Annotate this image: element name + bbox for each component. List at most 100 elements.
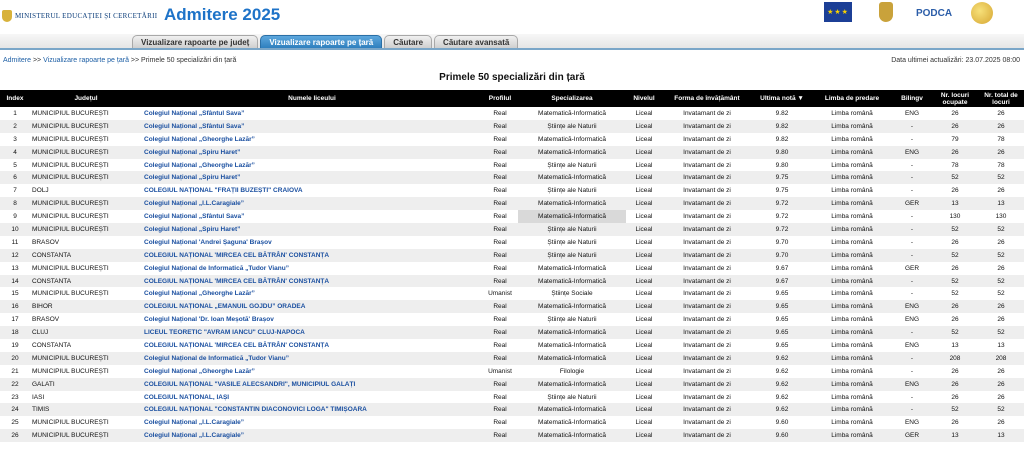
table-row: 7 DOLJ COLEGIUL NAȚIONAL "FRAȚII BUZEȘTI" …	[0, 184, 1024, 197]
column-header-profile[interactable]: Profilul	[482, 90, 518, 107]
tab-search[interactable]: Căutare	[384, 35, 433, 48]
cell-total-seats: 52	[997, 251, 1005, 259]
cell-school-link[interactable]: Colegiul Național de Informatică „Tudor …	[142, 352, 482, 365]
cell-level: Liceal	[635, 393, 653, 401]
table-row: 1 MUNICIPIUL BUCUREȘTI Colegiul Național „…	[0, 107, 1024, 120]
cell-county: MUNICIPIUL BUCUREȘTI	[32, 148, 109, 156]
column-header-specialization[interactable]: Specializarea	[518, 90, 626, 107]
cell-school-link[interactable]: Colegiul Național „Spiru Haret”	[142, 171, 482, 184]
cell-school-link[interactable]: Colegiul Național „I.L.Caragiale”	[142, 416, 482, 429]
cell-education-form: Invatamant de zi	[683, 122, 731, 130]
cell-school-link[interactable]: COLEGIUL NAȚIONAL „EMANUIL GOJDU” ORADEA	[142, 300, 482, 313]
cell-index: 6	[13, 174, 17, 182]
cell-profile: Real	[493, 380, 507, 388]
cell-school-link[interactable]: Colegiul Național 'Dr. Ioan Meșotă' Braș…	[142, 313, 482, 326]
cell-level: Liceal	[635, 419, 653, 427]
cell-profile: Real	[493, 419, 507, 427]
cell-school-link[interactable]: Colegiul Național „Spiru Haret”	[142, 223, 482, 236]
cell-total-seats: 78	[997, 135, 1005, 143]
tab-advanced-search[interactable]: Căutare avansată	[434, 35, 519, 48]
cell-school-link[interactable]: COLEGIUL NAȚIONAL "CONSTANTIN DIACONOVIC…	[142, 403, 482, 416]
cell-school-link[interactable]: COLEGIUL NAȚIONAL "FRAȚII BUZEȘTI" CRAIO…	[142, 184, 482, 197]
cell-language: Limba română	[831, 238, 873, 246]
cell-index: 10	[11, 225, 19, 233]
cell-school-link[interactable]: Colegiul Național „I.L.Caragiale”	[142, 429, 482, 442]
cell-school-link[interactable]: Colegiul Național „Spiru Haret”	[142, 146, 482, 159]
cell-occupied-seats: 26	[951, 303, 959, 311]
column-header-last-grade[interactable]: Ultima notă ▼	[752, 90, 812, 107]
cell-school-link[interactable]: Colegiul Național „Sfântul Sava”	[142, 120, 482, 133]
cell-education-form: Invatamant de zi	[683, 187, 731, 195]
table-header-row: Index Județul Numele liceului Profilul S…	[0, 90, 1024, 107]
cell-profile: Real	[493, 277, 507, 285]
cell-occupied-seats: 26	[951, 367, 959, 375]
cell-school-link[interactable]: LICEUL TEORETIC "AVRAM IANCU" CLUJ-NAPOC…	[142, 326, 482, 339]
column-header-language[interactable]: Limba de predare	[812, 90, 892, 107]
tab-county-reports[interactable]: Vizualizare rapoarte pe județ	[132, 35, 259, 48]
cell-specialization: Matematică-Informatică	[538, 135, 606, 143]
tab-country-reports[interactable]: Vizualizare rapoarte pe țară	[260, 35, 383, 48]
table-row: 16 BIHOR COLEGIUL NAȚIONAL „EMANUIL GOJDU”…	[0, 300, 1024, 314]
cell-language: Limba română	[831, 109, 873, 117]
cell-language: Limba română	[831, 135, 873, 143]
breadcrumb-reports-link[interactable]: Vizualizare rapoarte pe țară	[43, 57, 129, 64]
column-header-index[interactable]: Index	[0, 90, 30, 107]
cell-bilingual: ENG	[904, 316, 920, 324]
cell-occupied-seats: 130	[949, 213, 961, 221]
cell-education-form: Invatamant de zi	[683, 303, 731, 311]
cell-occupied-seats: 26	[951, 148, 959, 156]
cell-school-link[interactable]: Colegiul Național 'Andrei Șaguna' Brașov	[142, 236, 482, 249]
cell-last-grade: 9.67	[775, 264, 789, 272]
cell-level: Liceal	[635, 238, 653, 246]
cell-total-seats: 78	[997, 161, 1005, 169]
cell-index: 4	[13, 148, 17, 156]
partner-logos: ★★★ PODCA	[818, 0, 1010, 34]
cell-occupied-seats: 26	[951, 380, 959, 388]
cell-school-link[interactable]: Colegiul Național de Informatică „Tudor …	[142, 262, 482, 275]
cell-level: Liceal	[635, 122, 653, 130]
column-header-bilingual[interactable]: Bilingv	[892, 90, 932, 107]
cell-last-grade: 9.72	[775, 225, 789, 233]
cell-level: Liceal	[635, 200, 653, 208]
column-header-total-seats[interactable]: Nr. total de locuri	[978, 90, 1024, 107]
cell-bilingual: -	[910, 225, 914, 233]
cell-language: Limba română	[831, 380, 873, 388]
cell-school-link[interactable]: Colegiul Național „I.L.Caragiale”	[142, 197, 482, 210]
cell-specialization: Matematică-Informatică	[538, 264, 606, 272]
podca-text: PODCA	[915, 8, 953, 19]
cell-specialization: Științe ale Naturii	[547, 238, 597, 246]
cell-bilingual: -	[910, 187, 914, 195]
ministry-logo[interactable]: MINISTERUL EDUCAȚIEI ȘI CERCETĂRII	[2, 10, 157, 22]
cell-profile: Real	[493, 393, 507, 401]
cell-school-link[interactable]: Colegiul Național „Gheorghe Lazăr”	[142, 133, 482, 146]
cell-county: GALATI	[32, 380, 55, 388]
cell-level: Liceal	[635, 213, 653, 221]
cell-school-link[interactable]: Colegiul Național „Sfântul Sava”	[142, 107, 482, 120]
column-header-occupied-seats[interactable]: Nr. locuri ocupate	[932, 90, 978, 107]
cell-school-link[interactable]: COLEGIUL NAȚIONAL, IAȘI	[142, 391, 482, 404]
cell-bilingual: -	[910, 213, 914, 221]
cell-last-grade: 9.60	[775, 419, 789, 427]
column-header-level[interactable]: Nivelul	[626, 90, 662, 107]
cell-total-seats: 13	[997, 200, 1005, 208]
cell-school-link[interactable]: COLEGIUL NAȚIONAL "VASILE ALECSANDRI", M…	[142, 378, 482, 391]
cell-level: Liceal	[635, 264, 653, 272]
cell-level: Liceal	[635, 251, 653, 259]
cell-education-form: Invatamant de zi	[683, 277, 731, 285]
cell-school-link[interactable]: COLEGIUL NAȚIONAL 'MIRCEA CEL BĂTRÂN' CO…	[142, 339, 482, 352]
column-header-county[interactable]: Județul	[30, 90, 142, 107]
cell-specialization: Matematică-Informatică	[538, 354, 606, 362]
cell-school-link[interactable]: Colegiul Național „Gheorghe Lazăr”	[142, 287, 482, 300]
cell-school-link[interactable]: Colegiul Național „Sfântul Sava”	[142, 210, 482, 223]
cell-level: Liceal	[635, 341, 653, 349]
globe-icon	[971, 2, 993, 24]
cell-school-link[interactable]: COLEGIUL NAȚIONAL 'MIRCEA CEL BĂTRÂN' CO…	[142, 249, 482, 262]
column-header-school[interactable]: Numele liceului	[142, 90, 482, 107]
table-row: 3 MUNICIPIUL BUCUREȘTI Colegiul Național „…	[0, 133, 1024, 146]
column-header-education-form[interactable]: Forma de învățământ	[662, 90, 752, 107]
breadcrumb-home-link[interactable]: Admitere	[3, 57, 31, 64]
table-row: 6 MUNICIPIUL BUCUREȘTI Colegiul Național „…	[0, 171, 1024, 185]
cell-school-link[interactable]: Colegiul Național „Gheorghe Lazăr”	[142, 159, 482, 172]
cell-school-link[interactable]: Colegiul Național „Gheorghe Lazăr”	[142, 365, 482, 378]
cell-school-link[interactable]: COLEGIUL NAȚIONAL 'MIRCEA CEL BĂTRÂN' CO…	[142, 275, 482, 288]
